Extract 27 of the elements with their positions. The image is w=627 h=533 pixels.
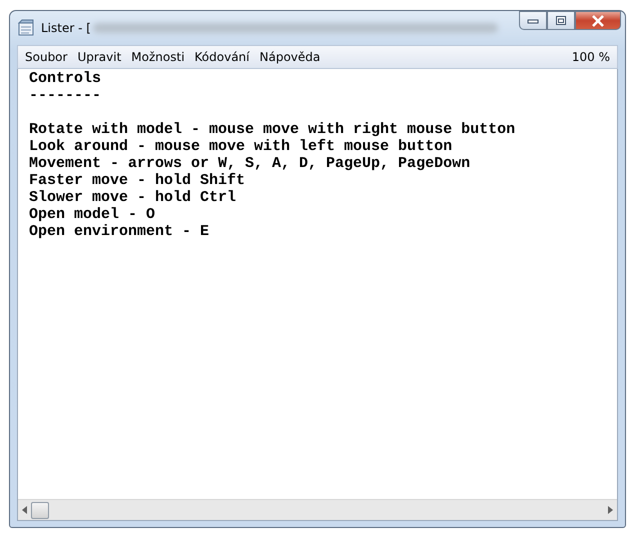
minimize-icon <box>527 18 539 24</box>
text-line: Open environment - E <box>29 223 210 240</box>
text-line: Movement - arrows or W, S, A, D, PageUp, PageDown <box>29 155 470 172</box>
close-button[interactable] <box>575 11 621 30</box>
text-heading: Controls <box>29 70 102 87</box>
horizontal-scrollbar[interactable] <box>18 499 617 520</box>
text-rule: -------- <box>29 87 102 104</box>
scroll-left-icon[interactable] <box>22 506 28 514</box>
window-title: Lister - [ <box>41 21 91 35</box>
text-line: Faster move - hold Shift <box>29 172 246 189</box>
scroll-thumb[interactable] <box>31 502 49 518</box>
text-line: Open model - O <box>29 206 156 223</box>
maximize-icon <box>555 15 567 26</box>
zoom-level: 100 % <box>572 50 611 64</box>
text-line: Rotate with model - mouse move with right mouse button <box>29 121 516 138</box>
menu-item[interactable]: Upravit <box>73 50 126 64</box>
menu-item[interactable]: Soubor <box>21 50 72 64</box>
menu-item[interactable]: Nápověda <box>256 50 324 64</box>
notepad-icon <box>17 19 35 37</box>
text-line: Look around - mouse move with left mouse button <box>29 138 452 155</box>
menu-item[interactable]: Kódování <box>190 50 254 64</box>
text-line: Slower move - hold Ctrl <box>29 189 236 206</box>
minimize-button[interactable] <box>519 11 547 30</box>
menu-item[interactable]: Možnosti <box>127 50 189 64</box>
maximize-button[interactable] <box>547 11 575 30</box>
close-icon <box>591 14 605 26</box>
scroll-right-icon[interactable] <box>607 506 613 514</box>
